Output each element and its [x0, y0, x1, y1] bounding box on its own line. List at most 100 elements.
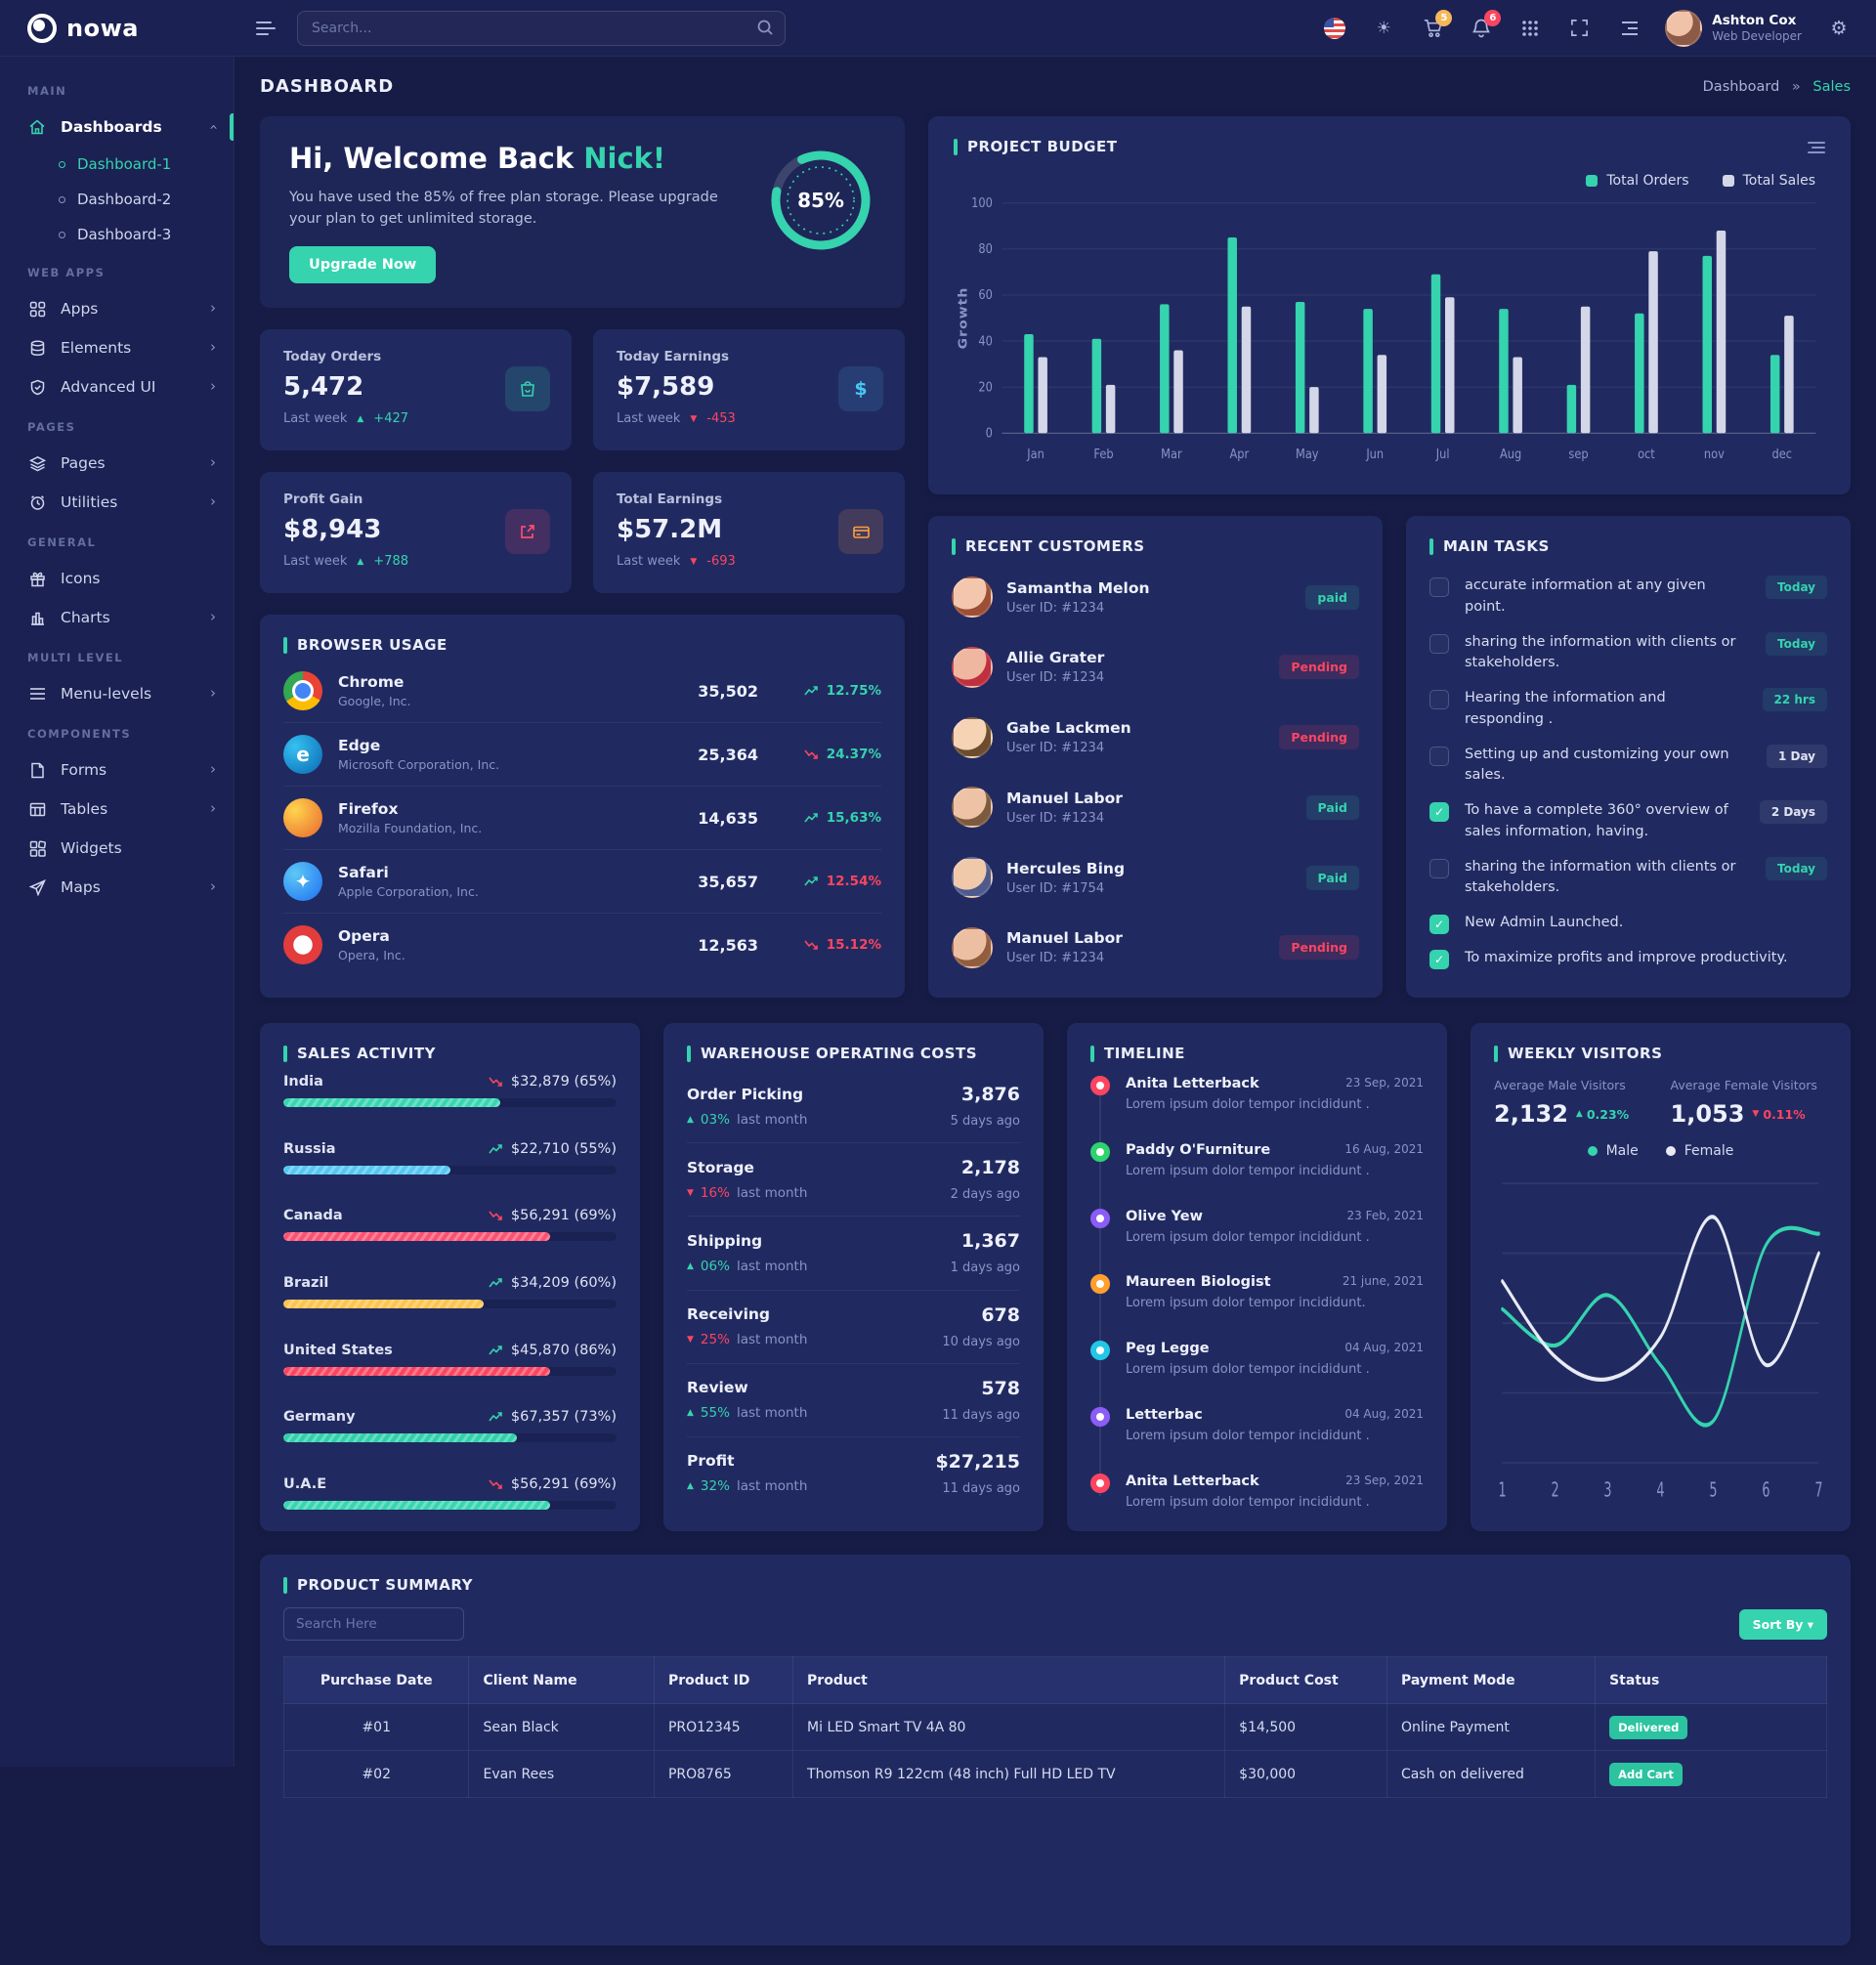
- sidebar-item-forms[interactable]: Forms ›: [0, 750, 234, 790]
- customer-row[interactable]: Manuel LaborUser ID: #1234 Paid: [952, 779, 1359, 835]
- customer-row[interactable]: Manuel LaborUser ID: #1234 Pending: [952, 919, 1359, 976]
- browser-usage-title: BROWSER USAGE: [283, 636, 881, 654]
- timeline-name: Maureen Biologist: [1126, 1274, 1271, 1290]
- table-row[interactable]: #01 Sean Black PRO12345 Mi LED Smart TV …: [284, 1704, 1827, 1751]
- apps-grid-icon[interactable]: [1518, 17, 1542, 40]
- customer-status-badge: paid: [1305, 585, 1359, 610]
- legend-dot-male: [1588, 1146, 1598, 1156]
- sidebar-subitem-label: Dashboard-2: [77, 191, 171, 208]
- stat-label: Profit Gain: [283, 491, 548, 507]
- column-header[interactable]: Status: [1596, 1657, 1827, 1704]
- chevron-right-icon: ›: [210, 299, 216, 317]
- user-menu[interactable]: Ashton Cox Web Developer: [1665, 10, 1802, 47]
- right-sidebar-toggle-icon[interactable]: [1616, 17, 1640, 40]
- customer-row[interactable]: Samantha MelonUser ID: #1234 paid: [952, 569, 1359, 625]
- cost-percent: 06%: [701, 1259, 730, 1274]
- sidebar-item-charts[interactable]: Charts ›: [0, 598, 234, 637]
- search-input[interactable]: [297, 11, 786, 46]
- cost-ago: 10 days ago: [942, 1335, 1020, 1349]
- sidebar-item-utilities[interactable]: Utilities ›: [0, 483, 234, 522]
- budget-legend: Total Orders Total Sales: [954, 173, 1815, 189]
- checkbox[interactable]: ✓: [1429, 915, 1449, 934]
- checkbox[interactable]: ✓: [1429, 690, 1449, 709]
- fullscreen-icon[interactable]: [1567, 17, 1591, 40]
- checkbox[interactable]: ✓: [1429, 950, 1449, 969]
- column-header[interactable]: Product: [793, 1657, 1225, 1704]
- sidebar-toggle-icon[interactable]: [256, 21, 276, 35]
- svg-text:Aug: Aug: [1500, 447, 1521, 461]
- browser-value: 35,502: [670, 682, 758, 701]
- table-row[interactable]: #02 Evan Rees PRO8765 Thomson R9 122cm (…: [284, 1751, 1827, 1798]
- checkbox[interactable]: ✓: [1429, 577, 1449, 597]
- external-link-icon: [505, 509, 550, 554]
- customer-row[interactable]: Hercules BingUser ID: #1754 Paid: [952, 849, 1359, 906]
- customer-name: Gabe Lackmen: [1006, 719, 1265, 737]
- sidebar-item-apps[interactable]: Apps ›: [0, 289, 234, 328]
- sidebar-item-menu-levels[interactable]: Menu-levels ›: [0, 674, 234, 713]
- sort-by-button[interactable]: Sort By ▾: [1739, 1609, 1827, 1640]
- customer-row[interactable]: Gabe LackmenUser ID: #1234 Pending: [952, 709, 1359, 766]
- database-icon: [27, 340, 47, 357]
- cart-icon[interactable]: 5: [1421, 17, 1444, 40]
- main-content: DASHBOARD Dashboard » Sales Hi, Welcome …: [234, 57, 1876, 1965]
- column-header[interactable]: Product Cost: [1225, 1657, 1387, 1704]
- checkbox[interactable]: ✓: [1429, 634, 1449, 654]
- male-visitors-stat: Average Male Visitors 2,132 ▲0.23%: [1494, 1078, 1651, 1128]
- stat-label: Total Earnings: [617, 491, 881, 507]
- checkbox[interactable]: ✓: [1429, 859, 1449, 878]
- trend-line-icon: [488, 1345, 503, 1356]
- chart-menu-icon[interactable]: [1808, 138, 1825, 153]
- product-table: Purchase Date Client Name Product ID Pro…: [283, 1656, 1827, 1798]
- upgrade-now-button[interactable]: Upgrade Now: [289, 246, 436, 283]
- svg-text:100: 100: [971, 195, 993, 210]
- cart-badge: 5: [1435, 10, 1452, 26]
- browser-row-opera: Opera Opera, Inc. 12,563 15.12%: [283, 913, 881, 976]
- sidebar-item-dashboard-1[interactable]: Dashboard-1: [0, 147, 234, 182]
- notifications-bell-icon[interactable]: 6: [1470, 17, 1493, 40]
- column-header[interactable]: Client Name: [469, 1657, 654, 1704]
- breadcrumb-root[interactable]: Dashboard: [1703, 79, 1780, 95]
- checkbox[interactable]: ✓: [1429, 747, 1449, 766]
- column-header[interactable]: Payment Mode: [1386, 1657, 1595, 1704]
- chevron-right-icon: ›: [210, 608, 216, 625]
- theme-toggle-icon[interactable]: ☀: [1372, 17, 1395, 40]
- sidebar-item-maps[interactable]: Maps ›: [0, 868, 234, 907]
- sidebar-item-pages[interactable]: Pages ›: [0, 444, 234, 483]
- status-badge[interactable]: Add Cart: [1609, 1763, 1683, 1786]
- apps-icon: [27, 301, 47, 318]
- sidebar-item-widgets[interactable]: Widgets: [0, 829, 234, 868]
- settings-gear-icon[interactable]: ⚙: [1827, 17, 1851, 40]
- sidebar: MAIN Dashboards › Dashboard-1 Dashboard-…: [0, 57, 234, 1767]
- column-header[interactable]: Product ID: [654, 1657, 792, 1704]
- sidebar-item-dashboard-2[interactable]: Dashboard-2: [0, 182, 234, 217]
- sidebar-item-dashboard-3[interactable]: Dashboard-3: [0, 217, 234, 252]
- search-icon[interactable]: [756, 19, 774, 40]
- timeline-item: Maureen Biologist21 june, 2021Lorem ipsu…: [1090, 1274, 1424, 1310]
- sales-bar: [283, 1367, 550, 1376]
- customer-name: Samantha Melon: [1006, 579, 1292, 597]
- trend-arrow-icon: ▼: [690, 414, 697, 424]
- task-due-badge: 2 Days: [1760, 800, 1827, 824]
- column-header[interactable]: Purchase Date: [284, 1657, 469, 1704]
- timeline-desc: Lorem ipsum dolor tempor incididunt .: [1126, 1429, 1424, 1443]
- sidebar-item-tables[interactable]: Tables ›: [0, 790, 234, 829]
- sales-activity-title: SALES ACTIVITY: [283, 1045, 617, 1062]
- sidebar-item-icons[interactable]: Icons: [0, 559, 234, 598]
- sidebar-item-advanced-ui[interactable]: Advanced UI ›: [0, 367, 234, 406]
- timeline-name: Peg Legge: [1126, 1341, 1210, 1356]
- timeline-item: Anita Letterback23 Sep, 2021Lorem ipsum …: [1090, 1076, 1424, 1112]
- checkbox[interactable]: ✓: [1429, 802, 1449, 822]
- cost-name: Storage: [687, 1159, 807, 1176]
- sidebar-item-dashboards[interactable]: Dashboards ›: [0, 107, 234, 147]
- status-badge[interactable]: Delivered: [1609, 1716, 1687, 1739]
- cost-name: Order Picking: [687, 1086, 807, 1103]
- sidebar-section-components: COMPONENTS: [0, 713, 234, 750]
- cost-value: $27,215: [935, 1451, 1020, 1473]
- language-flag-icon[interactable]: [1323, 17, 1346, 40]
- customer-row[interactable]: Allie GraterUser ID: #1234 Pending: [952, 639, 1359, 696]
- sidebar-item-label: Elements: [61, 339, 196, 357]
- product-search-input[interactable]: [283, 1607, 464, 1641]
- cost-name: Profit: [687, 1452, 807, 1470]
- logo[interactable]: nowa: [0, 0, 234, 56]
- sidebar-item-elements[interactable]: Elements ›: [0, 328, 234, 367]
